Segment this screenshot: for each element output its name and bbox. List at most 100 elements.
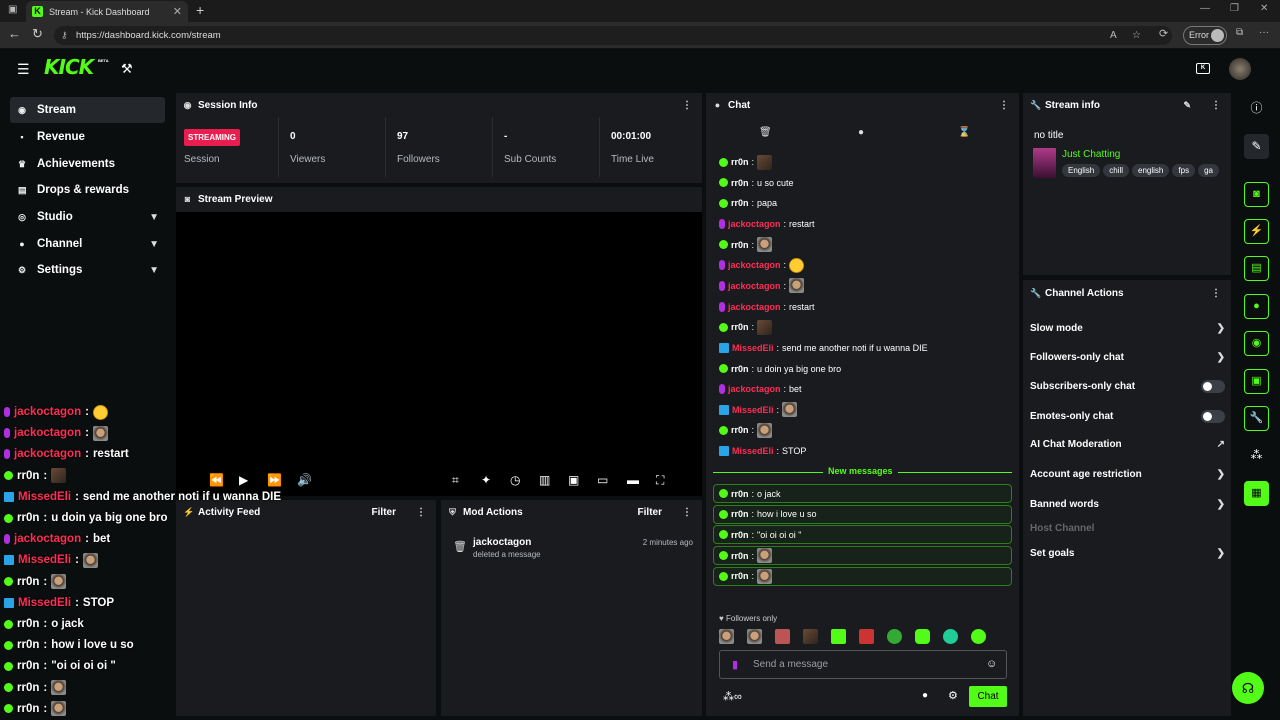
clapper-icon[interactable]: ▦ [1244, 481, 1269, 506]
emoji-icon[interactable]: ☺ [986, 658, 997, 670]
chat-message[interactable]: jackoctagon: bet [719, 380, 802, 398]
sidebar-item-drops[interactable]: ▤ Drops & rewards [10, 177, 165, 203]
tag[interactable]: ga [1198, 164, 1219, 177]
emote-icon[interactable] [943, 629, 958, 644]
kick-app-icon[interactable]: K [1196, 63, 1210, 74]
sidebar-item-achievements[interactable]: ♛ Achievements [10, 151, 165, 177]
new-chat-message[interactable]: rr0n: how i love u so [713, 504, 1012, 524]
chat-message[interactable]: jackoctagon: [719, 256, 805, 274]
kebab-menu-icon[interactable]: ⋮ [1211, 100, 1221, 111]
new-chat-message[interactable]: rr0n: o jack [713, 484, 1012, 503]
kebab-menu-icon[interactable]: ⋮ [416, 507, 426, 518]
chat-message[interactable]: MissedEli: [719, 401, 798, 419]
chat-username[interactable]: rr0n [731, 157, 749, 167]
tag[interactable]: chill [1103, 164, 1130, 177]
close-window-icon[interactable]: ✕ [1260, 3, 1268, 14]
chat-message[interactable]: rr0n: [719, 421, 773, 439]
kebab-menu-icon[interactable]: ⋮ [1211, 288, 1221, 299]
filter-button[interactable]: Filter [638, 507, 662, 518]
new-tab-icon[interactable]: + [196, 2, 204, 18]
chat-username[interactable]: rr0n [731, 489, 749, 499]
category-name[interactable]: Just Chatting [1062, 149, 1120, 160]
camera-icon[interactable]: ◙ [1244, 182, 1269, 207]
chat-username[interactable]: jackoctagon [728, 302, 781, 312]
tab-actions-icon[interactable]: ▣ [8, 4, 17, 15]
minimize-icon[interactable]: — [1200, 3, 1210, 14]
chat-message[interactable]: rr0n: u doin ya big one bro [719, 360, 841, 378]
support-help-icon[interactable]: ☊ [1232, 672, 1264, 704]
emote-icon[interactable] [803, 629, 818, 644]
sparkle-icon[interactable]: ✦ [481, 473, 491, 487]
emote-icon[interactable] [971, 629, 986, 644]
hourglass-icon[interactable]: ⌛ [958, 127, 970, 138]
ai-moderation-row[interactable]: AI Chat Moderation ↗ [1030, 434, 1225, 454]
broadcast-icon[interactable]: ◉ [1244, 331, 1269, 356]
tag[interactable]: fps [1172, 164, 1196, 177]
sidebar-item-settings[interactable]: ⚙ Settings ▼ [10, 257, 165, 283]
banned-words-row[interactable]: Banned words ❯ [1030, 494, 1225, 514]
chat-username[interactable]: rr0n [731, 571, 749, 581]
clip-icon[interactable]: ⌗ [452, 473, 459, 487]
chat-message[interactable]: rr0n: papa [719, 194, 777, 212]
read-aloud-icon[interactable]: A [1110, 26, 1117, 45]
edit-pencil-icon[interactable]: ✎ [1244, 134, 1269, 159]
chat-username[interactable]: rr0n [731, 322, 749, 332]
close-tab-icon[interactable]: ✕ [173, 5, 182, 18]
chat-username[interactable]: jackoctagon [728, 384, 781, 394]
sidebar-item-studio[interactable]: ◎ Studio ▼ [10, 204, 165, 230]
chat-message[interactable]: rr0n: [719, 236, 773, 254]
chat-message[interactable]: jackoctagon: restart [719, 215, 815, 233]
pip-icon[interactable]: ▣ [568, 473, 579, 487]
cast-icon[interactable]: ▭ [597, 473, 608, 487]
chat-username[interactable]: rr0n [731, 551, 749, 561]
chat-bubble-icon[interactable]: ● [922, 690, 928, 701]
lightning-icon[interactable]: ⚡ [1244, 219, 1269, 244]
chat-username[interactable]: MissedEli [732, 446, 774, 456]
chat-username[interactable]: jackoctagon [728, 281, 781, 291]
gear-icon[interactable]: ⚙ [948, 689, 958, 702]
new-chat-message[interactable]: rr0n: [713, 546, 1012, 566]
kebab-menu-icon[interactable]: ⋮ [999, 100, 1009, 111]
emote-icon[interactable] [775, 629, 790, 644]
site-info-icon[interactable]: ⚷ [61, 26, 68, 45]
fullscreen-icon[interactable]: ⛶ [656, 473, 664, 487]
sidebar-item-stream[interactable]: ◉ Stream [10, 97, 165, 123]
favorite-star-icon[interactable]: ☆ [1132, 26, 1141, 45]
category-thumbnail[interactable] [1033, 148, 1056, 178]
send-chat-button[interactable]: Chat [969, 686, 1007, 707]
account-age-row[interactable]: Account age restriction ❯ [1030, 464, 1225, 484]
chat-username[interactable]: rr0n [731, 509, 749, 519]
chat-username[interactable]: rr0n [731, 240, 749, 250]
chat-username[interactable]: rr0n [731, 178, 749, 188]
followers-only-row[interactable]: Followers-only chat ❯ [1030, 347, 1225, 367]
chat-message[interactable]: jackoctagon: [719, 277, 805, 295]
chat-message[interactable]: MissedEli: send me another noti if u wann… [719, 339, 928, 357]
quality-icon[interactable]: ▥ [539, 473, 550, 487]
reload-icon[interactable]: ↻ [32, 27, 43, 41]
set-goals-row[interactable]: Set goals ❯ [1030, 543, 1225, 563]
url-field[interactable]: ⚷ https://dashboard.kick.com/stream A ☆ [54, 26, 1172, 45]
tools-icon[interactable]: ⚒ [121, 61, 133, 77]
sidebar-item-revenue[interactable]: ▪ Revenue [10, 124, 165, 150]
kebab-menu-icon[interactable]: ⋮ [682, 507, 692, 518]
chat-username[interactable]: rr0n [731, 425, 749, 435]
collections-icon[interactable]: ⧉ [1236, 27, 1243, 38]
chat-message[interactable]: jackoctagon: restart [719, 298, 815, 316]
kick-logo[interactable]: KICK [44, 55, 94, 79]
filter-button[interactable]: Filter [372, 507, 396, 518]
tag[interactable]: English [1062, 164, 1101, 177]
trash-icon[interactable]: 🗑 [759, 127, 772, 138]
back-icon[interactable]: ← [8, 27, 21, 41]
chat-username[interactable]: rr0n [731, 530, 749, 540]
chat-username[interactable]: jackoctagon [728, 260, 781, 270]
chat-username[interactable]: rr0n [731, 198, 749, 208]
restore-icon[interactable]: ❐ [1230, 3, 1239, 14]
browser-menu-icon[interactable]: ··· [1259, 27, 1269, 38]
speed-icon[interactable]: ◷ [510, 473, 520, 487]
chat-message[interactable]: rr0n: [719, 153, 773, 171]
emote-icon[interactable] [831, 629, 846, 644]
emote-icon[interactable] [747, 629, 762, 644]
emote-icon[interactable] [719, 629, 734, 644]
kebab-menu-icon[interactable]: ⋮ [682, 100, 692, 111]
info-icon[interactable]: ⓘ [1244, 96, 1269, 121]
